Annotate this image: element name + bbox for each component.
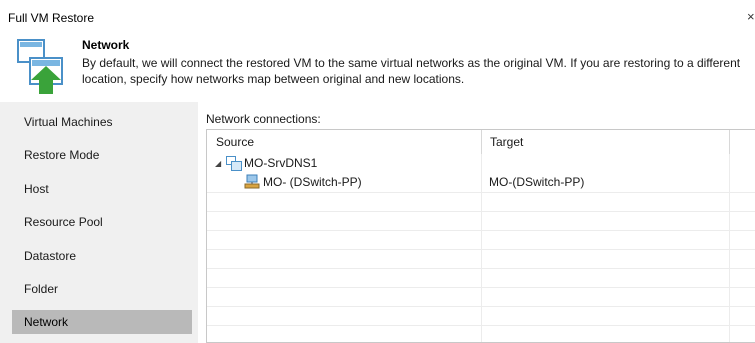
window-title: Full VM Restore [8, 11, 95, 25]
row-divider [207, 211, 755, 212]
column-header-extra [729, 130, 755, 154]
sidebar-item-resource-pool[interactable]: Resource Pool [12, 210, 192, 234]
table-row-network[interactable]: MO- (DSwitch-PP) MO-(DSwitch-PP) [207, 173, 755, 192]
row-divider [207, 230, 755, 231]
row-divider [207, 306, 755, 307]
sidebar-item-virtual-machines[interactable]: Virtual Machines [12, 110, 192, 134]
network-connections-label: Network connections: [206, 112, 321, 126]
source-network: MO- (DSwitch-PP) [263, 175, 362, 189]
expand-arrow-icon[interactable]: ◢ [215, 154, 221, 173]
sidebar-item-datastore[interactable]: Datastore [12, 244, 192, 268]
close-icon[interactable]: × [747, 9, 755, 24]
sidebar-item-restore-mode[interactable]: Restore Mode [12, 143, 192, 167]
step-title: Network [82, 38, 130, 52]
network-restore-icon [17, 39, 63, 94]
column-header-source[interactable]: Source [207, 130, 481, 154]
row-divider [207, 287, 755, 288]
network-connections-table[interactable]: Source Target ◢ MO-SrvDNS1 MO- (DSwitch-… [206, 129, 755, 343]
table-row-vm[interactable]: ◢ MO-SrvDNS1 [207, 154, 755, 173]
sidebar-item-network[interactable]: Network [12, 310, 192, 334]
vm-name: MO-SrvDNS1 [244, 156, 318, 170]
column-header-target[interactable]: Target [481, 130, 729, 154]
network-adapter-icon [244, 174, 260, 189]
row-divider [207, 249, 755, 250]
step-description: By default, we will connect the restored… [82, 56, 741, 86]
row-divider [207, 192, 755, 193]
target-network[interactable]: MO-(DSwitch-PP) [489, 173, 584, 192]
vm-icon [226, 156, 242, 171]
sidebar-item-folder[interactable]: Folder [12, 277, 192, 301]
sidebar-item-host[interactable]: Host [12, 177, 192, 201]
row-divider [207, 268, 755, 269]
row-divider [207, 325, 755, 326]
sidebar: Virtual Machines Restore Mode Host Resou… [0, 102, 198, 343]
